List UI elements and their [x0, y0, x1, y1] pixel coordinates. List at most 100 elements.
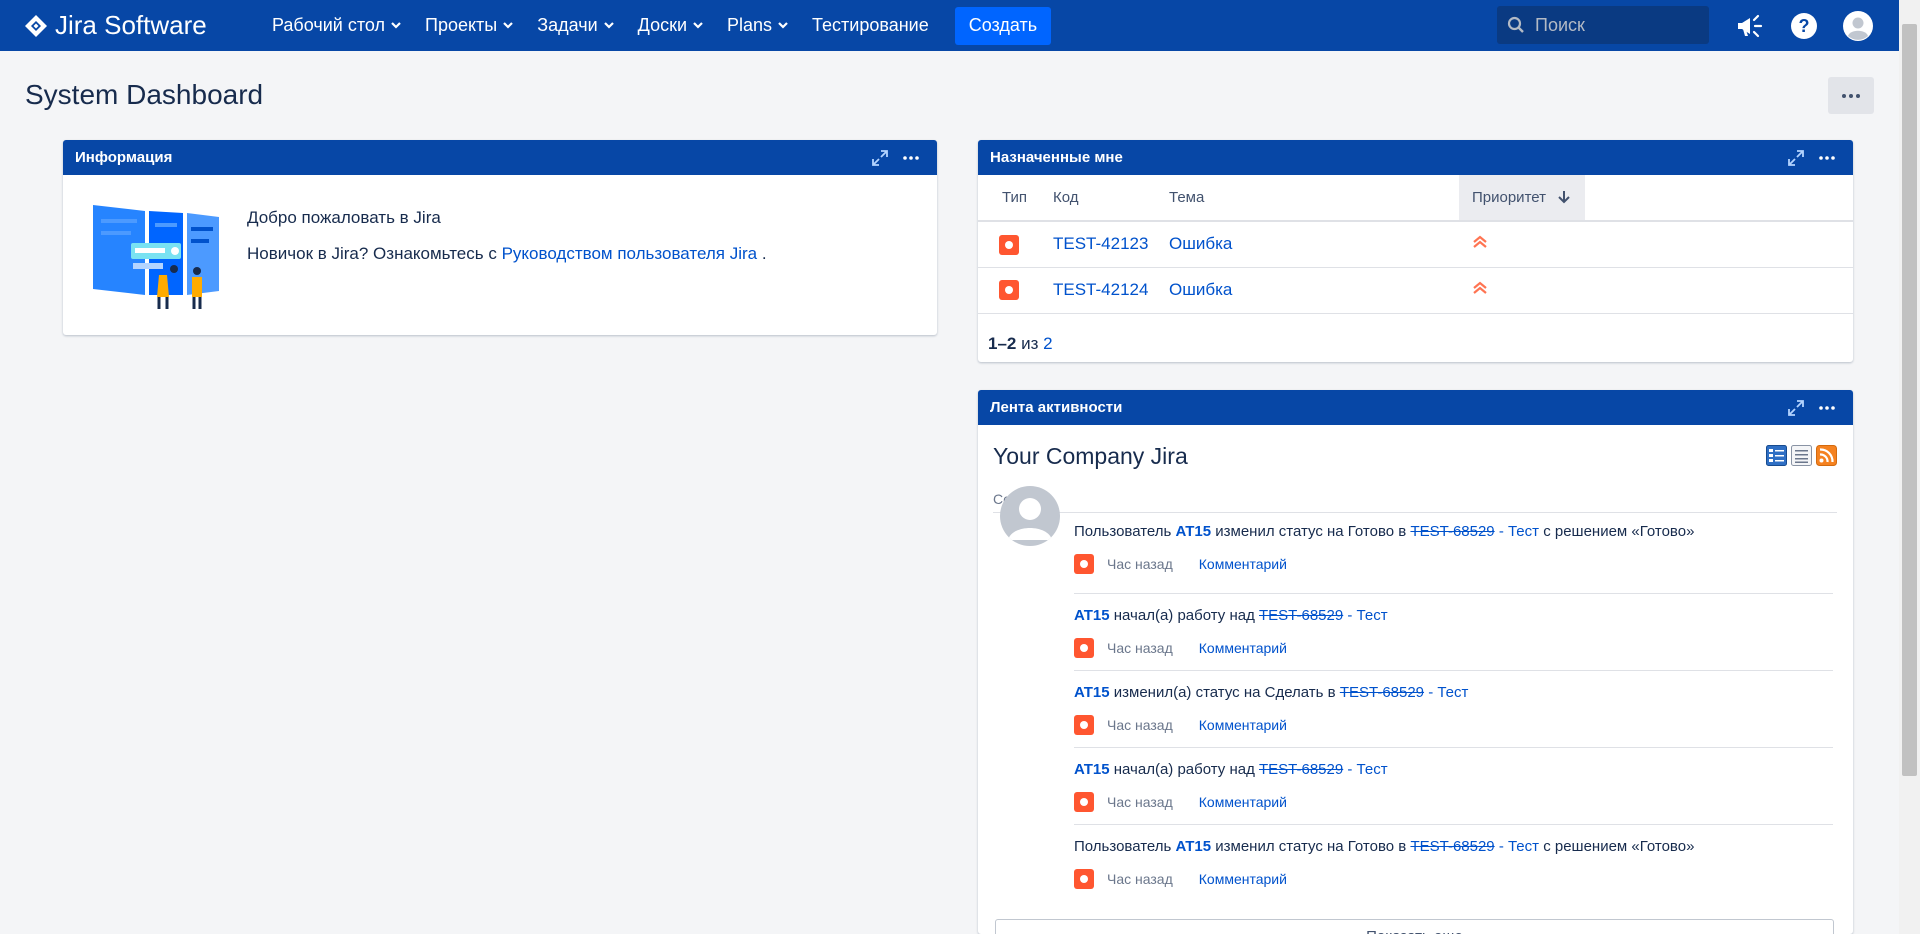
nav-testing[interactable]: Тестирование [812, 15, 929, 36]
gadget-menu-button[interactable] [1819, 156, 1835, 160]
activity-time: Час назад [1107, 794, 1173, 810]
activity-time: Час назад [1107, 640, 1173, 656]
gadget-menu-button[interactable] [1819, 406, 1835, 410]
gadget-title: Информация [75, 149, 173, 166]
activity-text: AT15 начал(а) работу над TEST-68529 - Те… [1074, 607, 1833, 624]
maximize-button[interactable] [871, 149, 889, 167]
column-key[interactable]: Код [1053, 175, 1169, 222]
nav-dashboards[interactable]: Рабочий стол [272, 15, 401, 36]
search-box[interactable] [1497, 6, 1709, 44]
expand-icon [1788, 400, 1804, 416]
notifications-button[interactable] [1734, 11, 1764, 41]
cell-spacer [1585, 221, 1853, 268]
newbie-suffix: . [757, 244, 767, 263]
jira-diamond-icon [25, 14, 47, 37]
activity-entry: AT15 изменил(а) статус на Сделать в TEST… [1074, 684, 1833, 735]
activity-issue-title-link[interactable]: - Тест [1343, 761, 1387, 778]
issue-key-link[interactable]: TEST-42123 [1053, 234, 1148, 253]
create-button[interactable]: Создать [954, 6, 1052, 45]
ellipsis-icon [1819, 156, 1835, 160]
comment-link[interactable]: Комментарий [1199, 717, 1287, 733]
issues-table: Тип Код Тема Приоритет TEST-42123 Ошибка [978, 175, 1853, 314]
comment-link[interactable]: Комментарий [1199, 794, 1287, 810]
issue-summary-link[interactable]: Ошибка [1169, 234, 1232, 253]
search-input[interactable] [1535, 14, 1695, 36]
comment-link[interactable]: Комментарий [1199, 871, 1287, 887]
maximize-button[interactable] [1787, 399, 1805, 417]
column-type[interactable]: Тип [978, 175, 1053, 222]
activity-user-link[interactable]: AT15 [1176, 523, 1212, 540]
nav-testing-label: Тестирование [812, 15, 929, 35]
maximize-button[interactable] [1787, 149, 1805, 167]
nav-plans[interactable]: Plans [727, 15, 788, 36]
bug-icon [999, 234, 1019, 255]
activity-user-link[interactable]: AT15 [1074, 607, 1110, 624]
activity-issue-link[interactable]: TEST-68529 [1259, 607, 1343, 624]
pager-total-link[interactable]: 2 [1043, 334, 1052, 353]
rss-button[interactable] [1816, 445, 1837, 466]
column-summary[interactable]: Тема [1169, 175, 1459, 222]
activity-meta: Час назад Комментарий [1074, 554, 1833, 574]
ellipsis-icon [1819, 406, 1835, 410]
bug-icon [999, 280, 1019, 301]
bug-icon [1074, 792, 1094, 812]
issue-key-link[interactable]: TEST-42124 [1053, 280, 1148, 299]
activity-time: Час назад [1107, 556, 1173, 572]
gadget-menu-button[interactable] [903, 156, 919, 160]
activity-issue-link[interactable]: TEST-68529 [1410, 523, 1494, 540]
activity-user-link[interactable]: AT15 [1176, 838, 1212, 855]
nav-issues[interactable]: Задачи [537, 15, 614, 36]
activity-issue-title-link[interactable]: - Тест [1343, 607, 1387, 624]
list-view-button[interactable] [1791, 445, 1812, 466]
full-view-button[interactable] [1766, 445, 1787, 466]
activity-user-link[interactable]: AT15 [1074, 684, 1110, 701]
activity-entry: Пользователь AT15 изменил статус на Гото… [1074, 523, 1833, 574]
gadget-tools [857, 149, 919, 167]
rss-icon [1816, 445, 1837, 466]
activity-issue-link[interactable]: TEST-68529 [1340, 684, 1424, 701]
activity-issue-link[interactable]: TEST-68529 [1410, 838, 1494, 855]
default-avatar-icon [1008, 498, 1052, 540]
jira-logo[interactable]: Jira Software [24, 10, 246, 41]
page-title: System Dashboard [25, 79, 264, 110]
priority-highest-icon [1473, 281, 1487, 294]
activity-text: AT15 начал(а) работу над TEST-68529 - Те… [1074, 761, 1833, 778]
cell-key: TEST-42124 [1053, 267, 1169, 314]
nav-projects[interactable]: Проекты [425, 15, 514, 36]
entry-divider [1074, 670, 1833, 671]
activity-issue-title-link[interactable]: - Тест [1495, 838, 1539, 855]
nav-boards[interactable]: Доски [638, 15, 703, 36]
bug-icon [1074, 715, 1094, 735]
column-priority[interactable]: Приоритет [1459, 175, 1585, 222]
cell-summary: Ошибка [1169, 267, 1459, 314]
help-button[interactable]: ? [1789, 11, 1819, 41]
cell-priority [1459, 267, 1585, 314]
show-more-button[interactable]: Показать еще [995, 919, 1834, 934]
full-view-icon [1766, 445, 1787, 466]
nav-dashboards-label: Рабочий стол [272, 15, 385, 35]
profile-button[interactable] [1843, 11, 1873, 41]
issue-summary-link[interactable]: Ошибка [1169, 280, 1232, 299]
entry-divider [1074, 824, 1833, 825]
pager-of: из [1021, 333, 1039, 353]
user-avatar[interactable] [1000, 486, 1060, 546]
dashboard-more-button[interactable] [1828, 77, 1874, 114]
activity-issue-title-link[interactable]: - Тест [1495, 523, 1539, 540]
bug-icon [1074, 638, 1094, 658]
cell-summary: Ошибка [1169, 221, 1459, 268]
day-group-label: Сегодня [993, 485, 1837, 513]
activity-entry: AT15 начал(а) работу над TEST-68529 - Те… [1074, 607, 1833, 658]
gadget-header: Назначенные мне [978, 140, 1853, 175]
activity-issue-link[interactable]: TEST-68529 [1259, 761, 1343, 778]
list-view-icon [1791, 445, 1812, 466]
scrollbar-thumb[interactable] [1902, 24, 1917, 776]
activity-action: начал(а) работу над [1109, 607, 1259, 624]
comment-link[interactable]: Комментарий [1199, 556, 1287, 572]
cell-priority [1459, 221, 1585, 268]
comment-link[interactable]: Комментарий [1199, 640, 1287, 656]
user-guide-link[interactable]: Руководством пользователя Jira [502, 244, 758, 263]
page-scrollbar[interactable] [1899, 0, 1920, 934]
activity-issue-title-link[interactable]: - Тест [1424, 684, 1468, 701]
activity-user-link[interactable]: AT15 [1074, 761, 1110, 778]
top-navigation-bar: Jira Software Рабочий стол Проекты Задач… [0, 0, 1920, 51]
